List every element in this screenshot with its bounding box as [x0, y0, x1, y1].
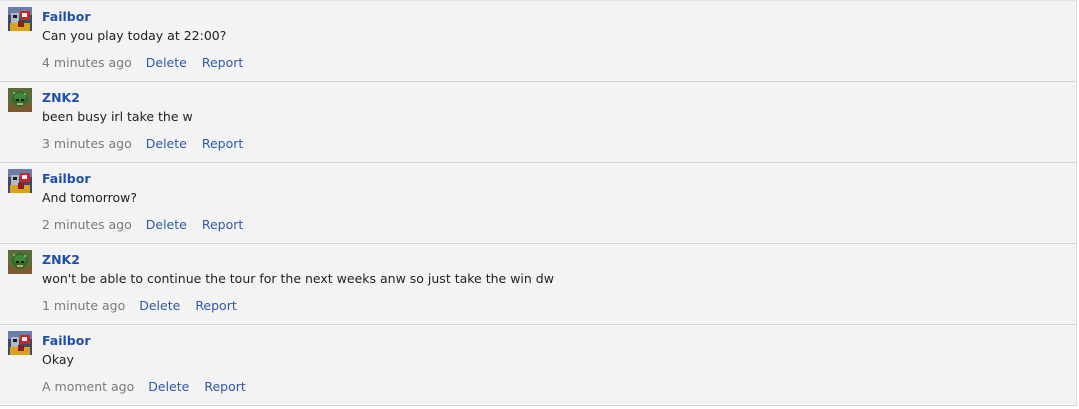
comment-author[interactable]: ZNK2 — [42, 252, 80, 268]
avatar[interactable] — [8, 7, 32, 31]
comment-text: And tomorrow? — [42, 190, 138, 205]
comment-list: Failbor Can you play today at 22:00? 4 m… — [0, 0, 1077, 407]
comment-item: Failbor Okay A moment ago Delete Report — [0, 324, 1077, 406]
avatar[interactable] — [8, 250, 32, 274]
report-link[interactable]: Report — [202, 136, 243, 151]
delete-link[interactable]: Delete — [146, 55, 187, 70]
comment-meta: 4 minutes ago Delete Report — [42, 54, 243, 71]
znk2-avatar-icon — [8, 88, 32, 112]
comment-meta: 2 minutes ago Delete Report — [42, 216, 243, 233]
report-link[interactable]: Report — [204, 379, 245, 394]
comment-author[interactable]: Failbor — [42, 333, 91, 349]
failbor-avatar-icon — [8, 7, 32, 31]
comment-timestamp: 3 minutes ago — [42, 136, 132, 151]
comment-text: Can you play today at 22:00? — [42, 28, 227, 43]
comment-text: won't be able to continue the tour for t… — [42, 271, 554, 286]
avatar[interactable] — [8, 169, 32, 193]
comment-item: ZNK2 been busy irl take the w 3 minutes … — [0, 81, 1077, 162]
comment-item: ZNK2 won't be able to continue the tour … — [0, 243, 1077, 324]
comment-author[interactable]: Failbor — [42, 9, 91, 25]
comment-author[interactable]: ZNK2 — [42, 90, 80, 106]
report-link[interactable]: Report — [202, 217, 243, 232]
comment-timestamp: 1 minute ago — [42, 298, 126, 313]
failbor-avatar-icon — [8, 169, 32, 193]
delete-link[interactable]: Delete — [146, 136, 187, 151]
delete-link[interactable]: Delete — [146, 217, 187, 232]
report-link[interactable]: Report — [202, 55, 243, 70]
avatar[interactable] — [8, 331, 32, 355]
comment-item: Failbor Can you play today at 22:00? 4 m… — [0, 0, 1077, 81]
delete-link[interactable]: Delete — [139, 298, 180, 313]
report-link[interactable]: Report — [195, 298, 236, 313]
comment-text: Okay — [42, 352, 74, 367]
failbor-avatar-icon — [8, 331, 32, 355]
comment-item: Failbor And tomorrow? 2 minutes ago Delet… — [0, 162, 1077, 243]
comment-author[interactable]: Failbor — [42, 171, 91, 187]
avatar[interactable] — [8, 88, 32, 112]
znk2-avatar-icon — [8, 250, 32, 274]
comment-text: been busy irl take the w — [42, 109, 193, 124]
comment-timestamp: 2 minutes ago — [42, 217, 132, 232]
comment-timestamp: 4 minutes ago — [42, 55, 132, 70]
comment-meta: 1 minute ago Delete Report — [42, 297, 237, 314]
comment-meta: 3 minutes ago Delete Report — [42, 135, 243, 152]
comment-meta: A moment ago Delete Report — [42, 378, 246, 395]
comment-timestamp: A moment ago — [42, 379, 135, 394]
delete-link[interactable]: Delete — [148, 379, 189, 394]
